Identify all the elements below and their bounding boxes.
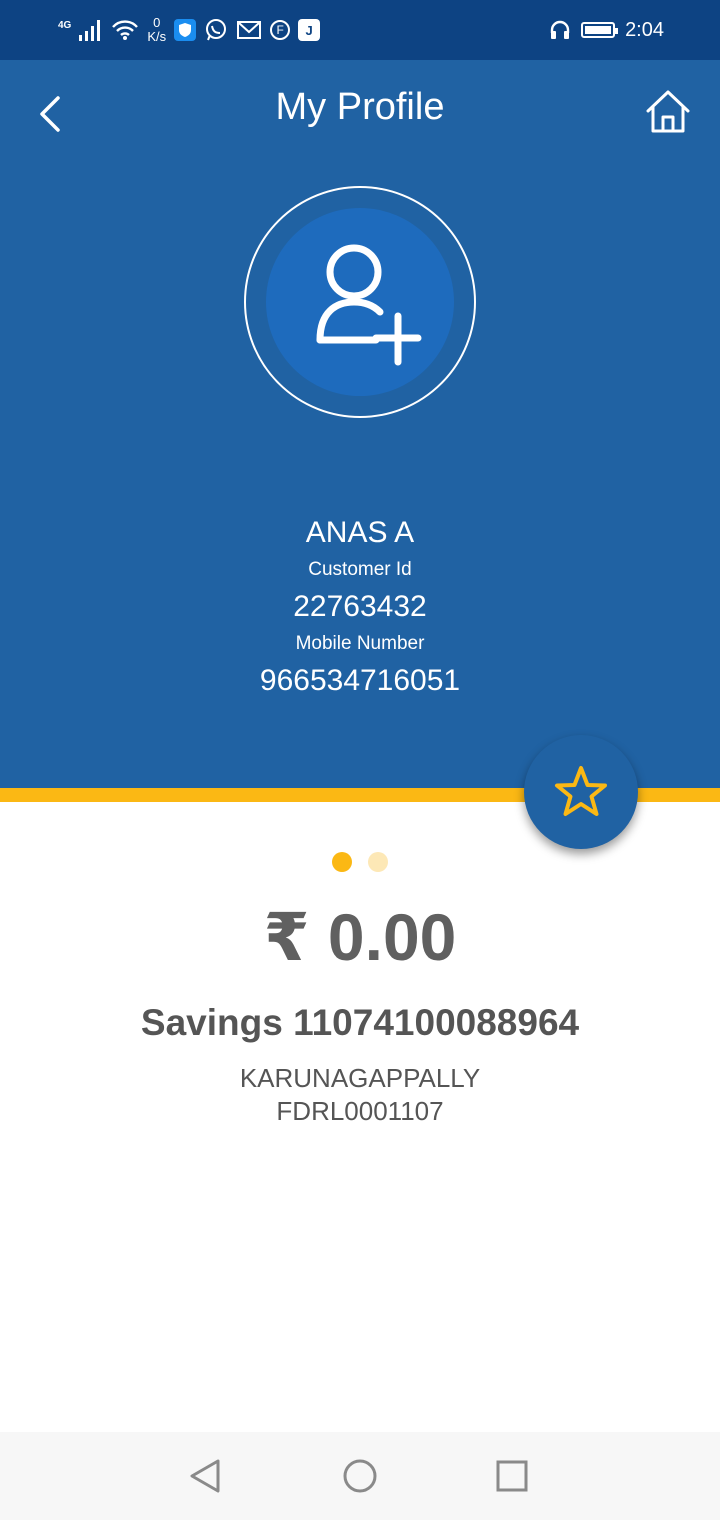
mobile-number-value: 966534716051 (259, 664, 461, 697)
notification-f-letter: F (276, 23, 284, 37)
mail-icon (237, 21, 262, 39)
branch-name: KARUNAGAPPALLY (239, 1063, 481, 1093)
ifsc-code: FDRL0001107 (276, 1096, 444, 1126)
network-speed: 0 K/s (147, 16, 166, 44)
account-number: Savings 11074100088964 (140, 1002, 580, 1043)
circle-home-icon (343, 1459, 377, 1493)
page-title: My Profile (275, 86, 445, 128)
add-user-icon[interactable] (300, 240, 428, 368)
carousel-indicator (0, 852, 720, 872)
home-button[interactable] (642, 86, 694, 138)
mobile-number-label: Mobile Number (295, 633, 425, 654)
star-icon (555, 766, 607, 816)
headset-icon (550, 20, 570, 39)
status-bar: 4G 0 K/s F J 2:04 (0, 0, 720, 60)
status-right-icons: 2:04 (549, 12, 664, 48)
signal-icon (79, 20, 101, 41)
customer-id-label: Customer Id (308, 559, 412, 580)
nav-recents-button[interactable] (492, 1456, 532, 1496)
nav-home-button[interactable] (340, 1456, 380, 1496)
battery-icon (581, 22, 619, 38)
wifi-icon (112, 20, 139, 40)
account-balance: ₹ 0.00 (263, 900, 457, 974)
profile-header: My Profile ANAS A Customer Id 22763432 M… (0, 60, 720, 788)
customer-name: ANAS A (305, 516, 415, 549)
status-left-icons: 4G 0 K/s F J (58, 12, 321, 48)
status-time: 2:04 (625, 18, 664, 41)
profile-info: ANAS A Customer Id 22763432 Mobile Numbe… (0, 512, 720, 702)
whatsapp-icon (206, 19, 227, 41)
triangle-back-icon (190, 1459, 220, 1493)
speed-value: 0 (153, 15, 161, 30)
home-icon (646, 90, 690, 133)
carousel-dot-active[interactable] (332, 852, 352, 872)
customer-id-value: 22763432 (293, 590, 427, 623)
notification-f-icon: F (270, 20, 291, 40)
speed-unit: K/s (147, 29, 167, 44)
network-type-label: 4G (58, 19, 72, 31)
shield-icon (174, 19, 197, 41)
carousel-dot-inactive[interactable] (368, 852, 388, 872)
system-nav-bar (0, 1432, 720, 1520)
square-recents-icon (496, 1460, 528, 1492)
nav-back-button[interactable] (185, 1456, 225, 1496)
notification-j-icon: J (298, 19, 321, 41)
notification-j-letter: J (305, 22, 313, 38)
favorite-button[interactable] (524, 735, 638, 849)
